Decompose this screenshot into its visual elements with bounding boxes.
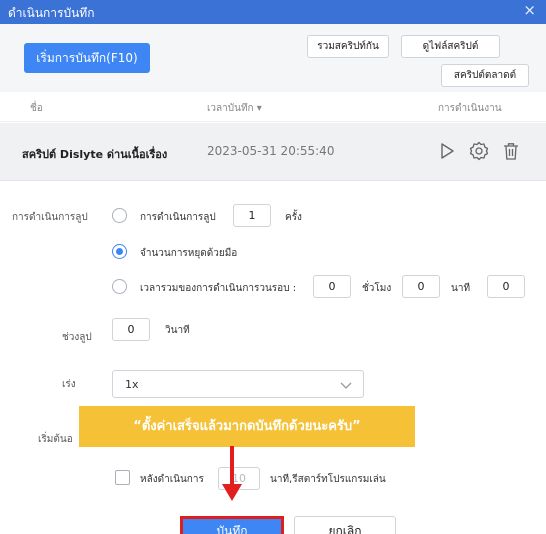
minutes-input[interactable]: 0 (402, 275, 440, 298)
total-time-radio[interactable] (112, 279, 127, 294)
minutes-unit: นาที (451, 283, 471, 294)
row-actions (436, 140, 526, 164)
view-script-file-button[interactable]: ดูไฟล์สคริปต์ (401, 35, 500, 58)
arrow-down-icon (222, 446, 242, 501)
toolbar: เริ่มการบันทึก(F10) รวมสคริปท์กัน ดูไฟล์… (0, 24, 546, 92)
loop-count-radio[interactable] (112, 208, 127, 223)
trash-icon[interactable] (500, 140, 522, 162)
title-bar: ดำเนินการบันทึก × (0, 0, 546, 24)
save-button[interactable]: บันทึก (180, 516, 284, 534)
table-header: ชื่อ เวลาบันทึก ▾ การดำเนินงาน (0, 92, 546, 122)
column-header-time[interactable]: เวลาบันทึก ▾ (207, 101, 262, 116)
window-title: ดำเนินการบันทึก (8, 6, 95, 20)
chevron-down-icon (340, 382, 352, 389)
restart-label: หลังดำเนินการ (140, 474, 204, 485)
interval-label: ช่วงลูป (62, 332, 92, 343)
start-record-button[interactable]: เริ่มการบันทึก(F10) (24, 43, 150, 73)
start-label: เริ่มต้นอ (38, 434, 73, 445)
playback-settings: การดำเนินการลูป การดำเนินการลูป 1 ครั้ง … (0, 182, 546, 534)
manual-stop-radio[interactable] (112, 244, 127, 259)
merge-scripts-button[interactable]: รวมสคริปท์กัน (307, 35, 389, 58)
speed-label: เร่ง (62, 379, 76, 390)
play-icon[interactable] (436, 140, 458, 162)
interval-input[interactable]: 0 (112, 318, 150, 341)
total-time-label: เวลารวมของการดำเนินการวนรอบ : (140, 283, 297, 294)
gear-icon[interactable] (468, 140, 490, 162)
speed-select[interactable]: 1x (112, 370, 364, 398)
script-name: สคริปต์ Dislyte ด่านเนื้อเรื่อง (22, 148, 168, 161)
table-row[interactable]: สคริปต์ Dislyte ด่านเนื้อเรื่อง 2023-05-… (0, 123, 546, 181)
record-time: 2023-05-31 20:55:40 (207, 144, 335, 158)
hours-input[interactable]: 0 (313, 275, 351, 298)
loop-count-input[interactable]: 1 (233, 204, 271, 227)
close-icon[interactable]: × (523, 1, 536, 19)
speed-value: 1x (125, 378, 139, 391)
restart-checkbox[interactable] (115, 470, 130, 485)
hours-unit: ชั่วโมง (362, 283, 392, 294)
seconds-input[interactable]: 0 (487, 275, 525, 298)
column-header-action: การดำเนินงาน (438, 103, 502, 114)
script-market-button[interactable]: สคริปต์ตลาดต์ (441, 64, 529, 87)
interval-unit: วินาที (165, 325, 190, 336)
restart-unit: นาที,รีสตาร์ทโปรแกรมเล่น (270, 474, 386, 485)
cancel-button[interactable]: ยกเลิก (294, 516, 396, 534)
loop-label: การดำเนินการลูป (12, 212, 88, 223)
instruction-banner: “ตั้งค่าเสร็จแล้วมากดบันทึกด้วยนะครับ” (79, 406, 415, 447)
loop-count-unit: ครั้ง (285, 212, 302, 223)
column-header-name: ชื่อ (30, 103, 43, 114)
manual-stop-label: จำนวนการหยุดด้วยมือ (140, 248, 238, 259)
loop-count-label: การดำเนินการลูป (140, 212, 216, 223)
